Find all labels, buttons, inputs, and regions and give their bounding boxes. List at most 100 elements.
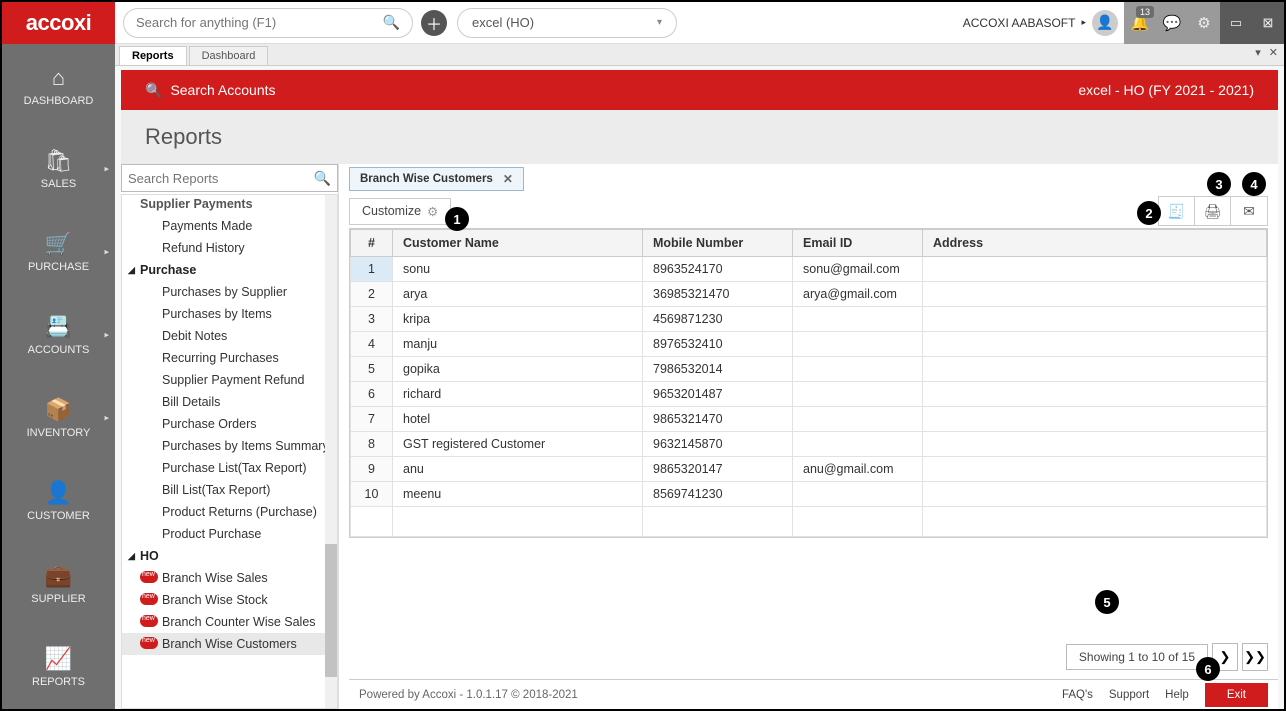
tree-item[interactable]: Refund History (122, 237, 337, 259)
scrollbar-thumb[interactable] (325, 544, 337, 677)
last-page-button[interactable]: ❯❯ (1242, 643, 1268, 671)
tree-group-ho[interactable]: ◢HO (122, 545, 337, 567)
close-icon[interactable]: ⊠ (1252, 2, 1284, 44)
faq-link[interactable]: FAQ's (1062, 689, 1093, 701)
page-title: Reports (121, 110, 1278, 164)
tree-item[interactable]: Purchase Orders (122, 413, 337, 435)
search-icon[interactable]: 🔍 (383, 14, 400, 31)
nav-purchase[interactable]: 🛒 PURCHASE ▸ (2, 210, 115, 293)
blank-row (351, 507, 1267, 537)
tree-item[interactable]: Branch Wise Stock (122, 589, 337, 611)
report-tab-label: Branch Wise Customers (360, 173, 493, 185)
cell-index: 5 (351, 357, 393, 382)
global-search[interactable]: 🔍 (123, 8, 413, 38)
report-search[interactable]: 🔍 (121, 164, 338, 192)
cell-email (793, 482, 923, 507)
tree-item[interactable]: Product Purchase (122, 523, 337, 545)
col-name[interactable]: Customer Name (393, 230, 643, 257)
mail-icon[interactable]: ✉ (1231, 197, 1267, 225)
table-row[interactable]: 6richard9653201487 (351, 382, 1267, 407)
tree-item[interactable]: Bill List(Tax Report) (122, 479, 337, 501)
cell-email (793, 332, 923, 357)
search-icon[interactable]: 🔍 (314, 170, 331, 187)
cell-index: 1 (351, 257, 393, 282)
table-row[interactable]: 5gopika7986532014 (351, 357, 1267, 382)
tree-item[interactable]: Bill Details (122, 391, 337, 413)
pdf-icon[interactable]: 🧾 (1159, 197, 1195, 225)
close-icon[interactable]: ✕ (503, 172, 513, 186)
add-button[interactable]: ＋ (421, 10, 447, 36)
table-row[interactable]: 3kripa4569871230 (351, 307, 1267, 332)
table-row[interactable]: 8GST registered Customer9632145870 (351, 432, 1267, 457)
chat-icon[interactable]: 💬 (1156, 2, 1188, 44)
nav-customer[interactable]: 👤 CUSTOMER (2, 459, 115, 542)
cell-address (923, 257, 1267, 282)
tree-item[interactable]: Supplier Payment Refund (122, 369, 337, 391)
nav-dashboard[interactable]: ⌂ DASHBOARD (2, 44, 115, 127)
tree-item[interactable]: Branch Counter Wise Sales (122, 611, 337, 633)
cell-index: 7 (351, 407, 393, 432)
nav-supplier[interactable]: 💼 SUPPLIER (2, 542, 115, 625)
table-row[interactable]: 9anu9865320147anu@gmail.com (351, 457, 1267, 482)
pager: Showing 1 to 10 of 15 ❯ ❯❯ (1066, 643, 1268, 671)
report-search-input[interactable] (128, 171, 314, 186)
nav-label: ACCOUNTS (28, 344, 90, 356)
cell-email (793, 357, 923, 382)
nav-accounts[interactable]: 📇 ACCOUNTS ▸ (2, 293, 115, 376)
table-row[interactable]: 1sonu8963524170sonu@gmail.com (351, 257, 1267, 282)
chevron-down-icon: ▾ (657, 17, 662, 28)
callout-5: 5 (1095, 590, 1119, 614)
tree-item[interactable]: Payments Made (122, 215, 337, 237)
table-row[interactable]: 4manju8976532410 (351, 332, 1267, 357)
tree-group[interactable]: Supplier Payments (122, 197, 337, 215)
tree-item[interactable]: Purchases by Supplier (122, 281, 337, 303)
tab-dashboard[interactable]: Dashboard (189, 46, 269, 65)
cell-name: gopika (393, 357, 643, 382)
nav-inventory[interactable]: 📦 INVENTORY ▸ (2, 376, 115, 459)
col-mobile[interactable]: Mobile Number (643, 230, 793, 257)
tree-item[interactable]: Branch Wise Sales (122, 567, 337, 589)
callout-2: 2 (1137, 201, 1161, 225)
table-row[interactable]: 10meenu8569741230 (351, 482, 1267, 507)
exit-button[interactable]: Exit (1205, 683, 1268, 707)
context-banner: 🔍 Search Accounts excel - HO (FY 2021 - … (121, 70, 1278, 110)
tree-item[interactable]: Purchase List(Tax Report) (122, 457, 337, 479)
bell-icon[interactable]: 🔔13 (1124, 2, 1156, 44)
col-index[interactable]: # (351, 230, 393, 257)
col-address[interactable]: Address (923, 230, 1267, 257)
nav-reports[interactable]: 📈 REPORTS (2, 625, 115, 708)
help-link[interactable]: Help (1165, 689, 1189, 701)
avatar[interactable]: 👤 (1092, 10, 1118, 36)
table-row[interactable]: 2arya36985321470arya@gmail.com (351, 282, 1267, 307)
tree-item-branch-customers[interactable]: Branch Wise Customers (122, 633, 337, 655)
search-accounts-label[interactable]: Search Accounts (170, 82, 275, 98)
tab-reports[interactable]: Reports (119, 46, 187, 65)
tree-item[interactable]: Recurring Purchases (122, 347, 337, 369)
tree-group-purchase[interactable]: ◢Purchase (122, 259, 337, 281)
nav-sales[interactable]: 🛍 SALES ▸ (2, 127, 115, 210)
cell-email (793, 382, 923, 407)
customize-button[interactable]: Customize ⚙ (349, 198, 451, 225)
tab-menu-icon[interactable]: ▾ (1255, 46, 1261, 59)
tree-item[interactable]: Purchases by Items (122, 303, 337, 325)
gear-icon[interactable]: ⚙ (1188, 2, 1220, 44)
cell-address (923, 282, 1267, 307)
tree-item[interactable]: Purchases by Items Summary (122, 435, 337, 457)
support-link[interactable]: Support (1109, 689, 1149, 701)
tab-close-icon[interactable]: ✕ (1269, 46, 1278, 59)
print-icon[interactable]: 🖨 (1195, 197, 1231, 225)
global-search-input[interactable] (136, 15, 383, 30)
tree-item[interactable]: Debit Notes (122, 325, 337, 347)
minimize-icon[interactable]: ▭ (1220, 2, 1252, 44)
col-email[interactable]: Email ID (793, 230, 923, 257)
tree-item[interactable]: Product Returns (Purchase) (122, 501, 337, 523)
caret-right-icon: ▸ (104, 163, 109, 174)
tenant-dropdown[interactable]: excel (HO) ▾ (457, 8, 677, 38)
report-tab[interactable]: Branch Wise Customers ✕ (349, 167, 524, 191)
cell-address (923, 332, 1267, 357)
table-row[interactable]: 7hotel9865321470 (351, 407, 1267, 432)
cell-email (793, 307, 923, 332)
doc-tabstrip: Reports Dashboard ▾ ✕ (115, 44, 1284, 66)
search-icon[interactable]: 🔍 (145, 82, 162, 99)
cell-mobile: 8569741230 (643, 482, 793, 507)
